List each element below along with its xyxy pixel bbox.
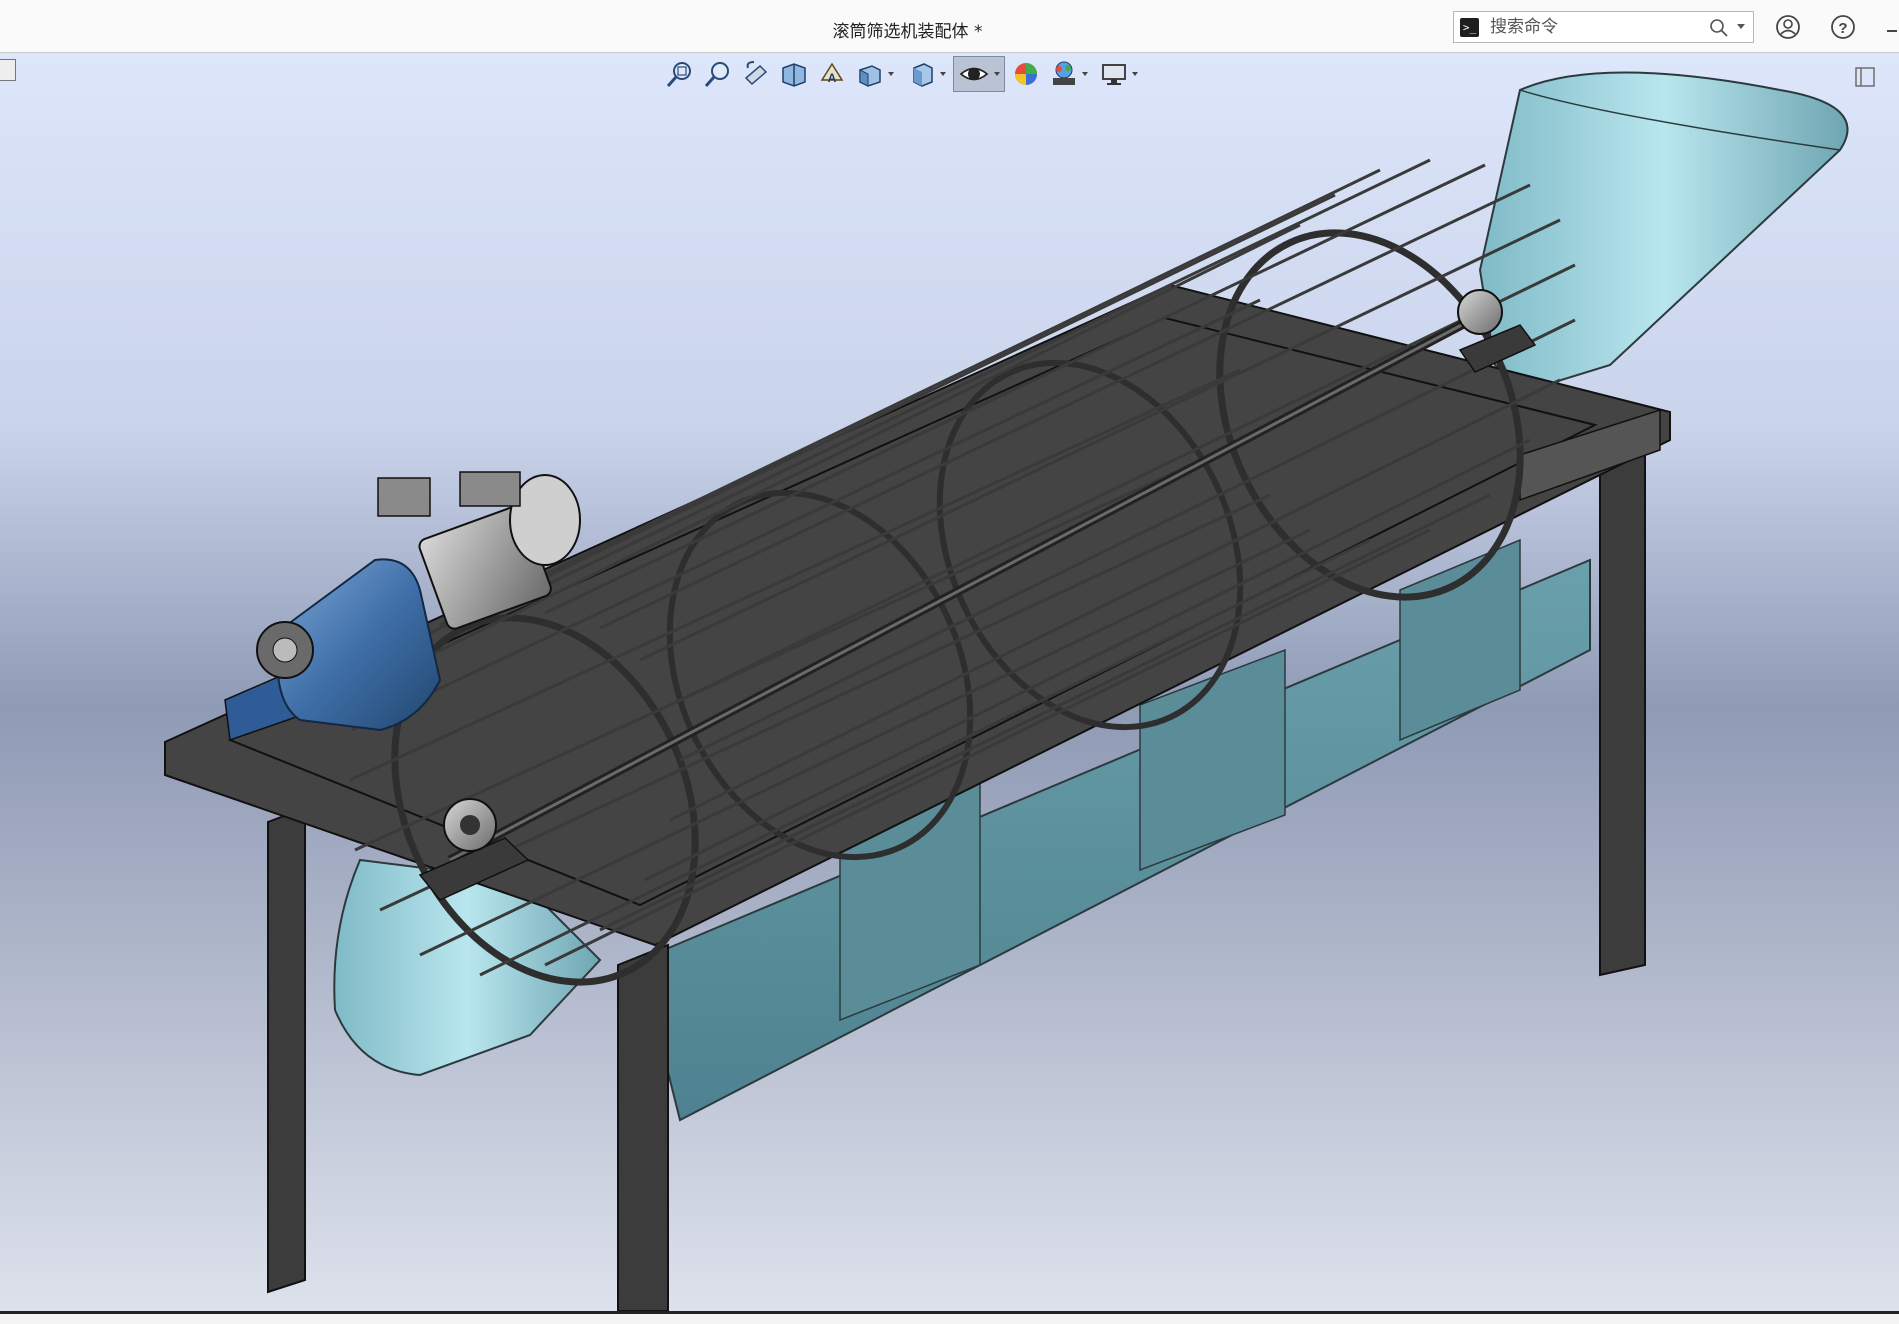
assembly-model-view[interactable] xyxy=(0,53,1899,1311)
search-input[interactable] xyxy=(1490,15,1690,39)
title-bar: 滚筒筛选机装配体 * >_ ? xyxy=(0,0,1899,53)
edit-appearance-icon[interactable] xyxy=(1010,58,1042,90)
sidebar-collapse-tab[interactable] xyxy=(0,59,16,81)
view-settings-icon[interactable] xyxy=(1098,58,1130,90)
search-commands-box[interactable]: >_ xyxy=(1453,11,1754,43)
status-strip xyxy=(0,1314,1899,1324)
zoom-to-area-icon[interactable] xyxy=(702,58,734,90)
apply-scene-icon[interactable] xyxy=(1048,58,1080,90)
svg-text:?: ? xyxy=(1838,20,1847,37)
view-orientation-dropdown-icon[interactable] xyxy=(888,72,894,76)
display-style-icon[interactable] xyxy=(906,58,938,90)
minimize-icon[interactable] xyxy=(1887,30,1897,32)
view-orientation-icon[interactable] xyxy=(854,58,886,90)
help-icon[interactable]: ? xyxy=(1829,13,1857,41)
apply-scene-dropdown-icon[interactable] xyxy=(1082,72,1088,76)
search-icon[interactable] xyxy=(1709,18,1729,38)
panel-toggle-icon[interactable] xyxy=(1855,67,1875,87)
display-style-dropdown-icon[interactable] xyxy=(940,72,946,76)
view-settings-dropdown-icon[interactable] xyxy=(1132,72,1138,76)
zoom-to-fit-icon[interactable] xyxy=(664,58,696,90)
command-prompt-icon: >_ xyxy=(1460,18,1479,37)
svg-text:A: A xyxy=(828,71,837,85)
section-view-icon[interactable] xyxy=(778,58,810,90)
support-frame[interactable] xyxy=(164,283,1671,1311)
hide-show-dropdown-icon[interactable] xyxy=(994,72,1000,76)
previous-view-icon[interactable] xyxy=(740,58,772,90)
search-dropdown-icon[interactable] xyxy=(1737,24,1745,29)
graphics-area[interactable]: A xyxy=(0,53,1899,1311)
dynamic-annotation-views-icon[interactable]: A xyxy=(816,58,848,90)
user-account-icon[interactable] xyxy=(1774,13,1802,41)
hide-show-items-icon[interactable] xyxy=(958,58,990,90)
